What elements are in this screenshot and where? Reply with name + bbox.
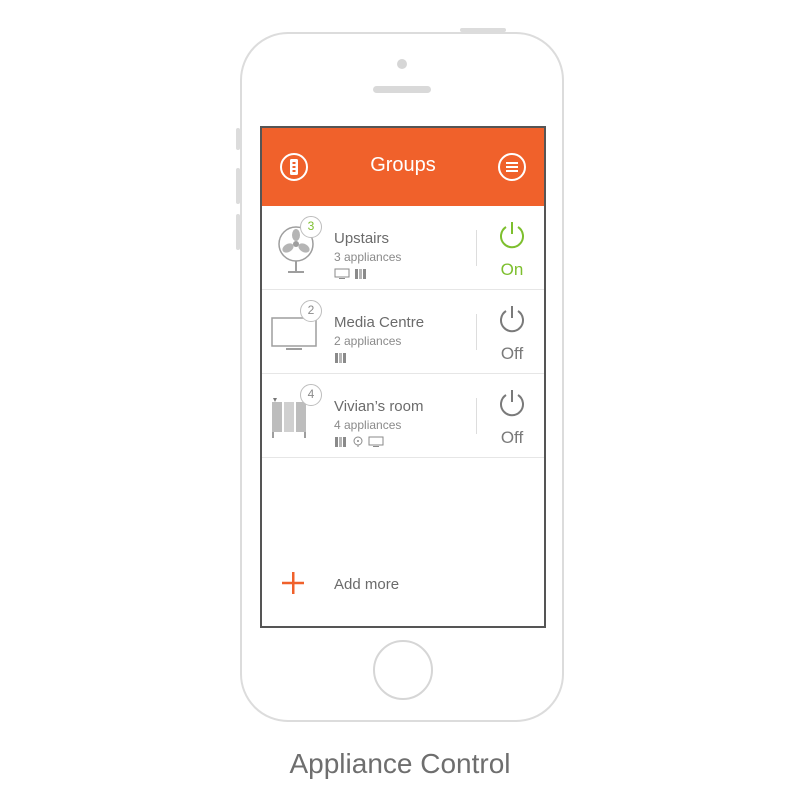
appliance-icons [334,268,368,280]
row-divider [476,230,477,266]
group-row-upstairs[interactable]: 3 Upstairs 3 appliances On [262,206,544,290]
speaker [373,86,431,93]
power-toggle[interactable]: Off [488,388,536,448]
power-toggle[interactable]: Off [488,304,536,364]
add-more-button[interactable]: Add more [280,570,480,600]
power-icon [500,306,524,333]
group-row-vivians-room[interactable]: 4 Vivian’s room 4 appliances Off [262,374,544,458]
caption: Appliance Control [289,748,511,779]
fan-icon [353,436,363,447]
menu-button[interactable] [498,153,526,181]
tv-icon [334,268,350,279]
camera [397,59,407,69]
power-state-label: Off [500,344,524,363]
power-icon [500,390,524,417]
phone-volume-up [236,168,240,204]
group-name: Upstairs [334,230,390,247]
group-subtitle: 3 appliances [334,250,402,264]
phone-power-button [460,28,506,32]
heater-icon [335,353,346,363]
row-divider [476,398,477,434]
appliance-count-badge: 2 [300,300,322,322]
heater-icon [355,269,366,279]
power-state-label: On [500,260,524,279]
heater-icon [335,437,346,447]
group-subtitle: 2 appliances [334,334,402,348]
power-icon [500,222,524,249]
menu-icon [506,162,518,172]
row-divider [476,314,477,350]
appliance-count-badge: 4 [300,384,322,406]
appliance-icons [334,352,348,364]
app-screen: Groups 3 Upstairs 3 appliances On 2 Medi… [260,126,546,628]
phone-volume-down [236,214,240,250]
group-name: Media Centre [334,314,425,331]
power-toggle[interactable]: On [488,220,536,280]
appliance-count-badge: 3 [300,216,322,238]
group-subtitle: 4 appliances [334,418,402,432]
add-more-label: Add more [334,576,400,593]
header-bar: Groups [262,128,544,206]
home-button[interactable] [373,640,433,700]
tv-icon [368,436,384,447]
plus-icon [282,572,304,594]
phone-side-button [236,128,240,150]
group-name: Vivian’s room [334,398,424,415]
power-state-label: Off [500,428,524,447]
appliance-icons [334,436,384,448]
group-row-media-centre[interactable]: 2 Media Centre 2 appliances Off [262,290,544,374]
